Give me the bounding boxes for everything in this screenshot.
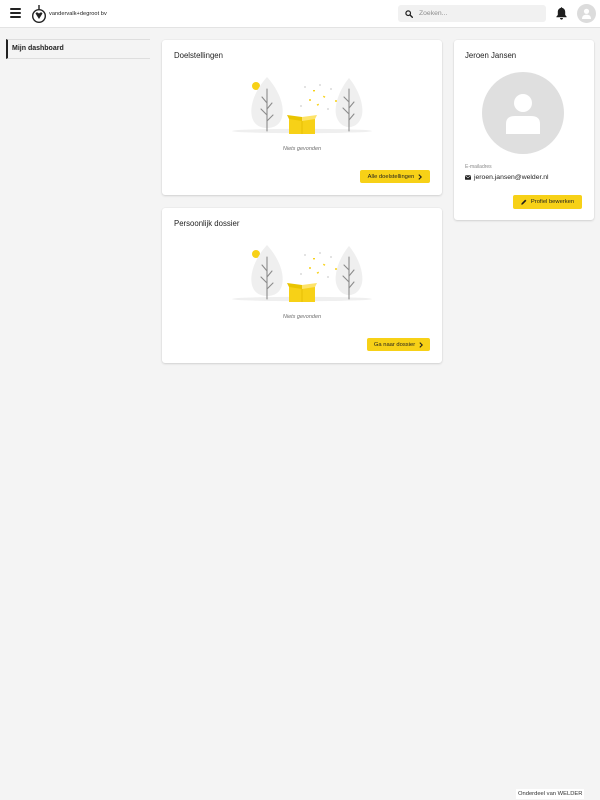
chevron-right-icon xyxy=(419,341,424,348)
bell-icon xyxy=(556,7,567,20)
logo-icon xyxy=(31,5,47,24)
email-value: jeroen.jansen@welder.nl xyxy=(474,174,549,181)
all-goals-button-label: Alle doelstellingen xyxy=(367,173,415,180)
all-goals-button[interactable]: Alle doelstellingen xyxy=(360,170,430,183)
empty-state-illustration xyxy=(232,245,372,302)
envelope-icon xyxy=(465,175,471,180)
tree-right xyxy=(335,78,363,132)
open-box xyxy=(287,283,317,302)
empty-state-text: Niets gevonden xyxy=(282,314,322,320)
logo-text: vandervalk+degroot bv xyxy=(49,11,107,17)
dossier-card: Persoonlijk dossier Niets gevonden Ga na… xyxy=(162,208,442,363)
profile-avatar xyxy=(482,72,564,154)
go-to-dossier-button-label: Ga naar dossier xyxy=(373,341,416,348)
dossier-card-title: Persoonlijk dossier xyxy=(174,219,240,228)
email-row: jeroen.jansen@welder.nl xyxy=(465,173,549,182)
notifications-button[interactable] xyxy=(555,6,568,20)
tree-right xyxy=(335,246,363,300)
edit-profile-button-label: Profiel bewerken xyxy=(530,199,575,205)
empty-state-illustration xyxy=(232,77,372,134)
sidebar: Mijn dashboard xyxy=(6,39,150,59)
user-icon xyxy=(582,8,591,19)
chevron-right-icon xyxy=(418,173,423,180)
search-icon xyxy=(405,9,413,18)
profile-card: Jeroen Jansen E-mailadres jeroen.jansen@… xyxy=(454,40,594,220)
profile-name: Jeroen Jansen xyxy=(465,51,517,60)
pencil-icon xyxy=(521,199,527,205)
logo[interactable]: vandervalk+degroot bv xyxy=(31,4,113,24)
goals-card-title: Doelstellingen xyxy=(174,51,223,60)
footer-credit[interactable]: Onderdeel van WELDER xyxy=(516,789,585,799)
goals-card: Doelstellingen Niets gevonden Alle doels… xyxy=(162,40,442,195)
search-box[interactable] xyxy=(398,5,546,22)
top-bar: vandervalk+degroot bv xyxy=(0,0,600,28)
sidebar-item-label: Mijn dashboard xyxy=(12,45,64,52)
user-avatar-button[interactable] xyxy=(577,4,596,23)
confetti xyxy=(300,84,337,110)
sidebar-item-dashboard[interactable]: Mijn dashboard xyxy=(6,39,150,59)
menu-button[interactable] xyxy=(9,7,22,19)
hamburger-menu-icon xyxy=(10,8,21,18)
edit-profile-button[interactable]: Profiel bewerken xyxy=(513,195,582,209)
email-label: E-mailadres xyxy=(465,164,492,170)
empty-state-text: Niets gevonden xyxy=(282,146,322,152)
go-to-dossier-button[interactable]: Ga naar dossier xyxy=(367,338,430,351)
open-box xyxy=(287,115,317,134)
search-input[interactable] xyxy=(419,7,539,20)
confetti xyxy=(300,252,337,278)
user-icon xyxy=(506,94,540,134)
